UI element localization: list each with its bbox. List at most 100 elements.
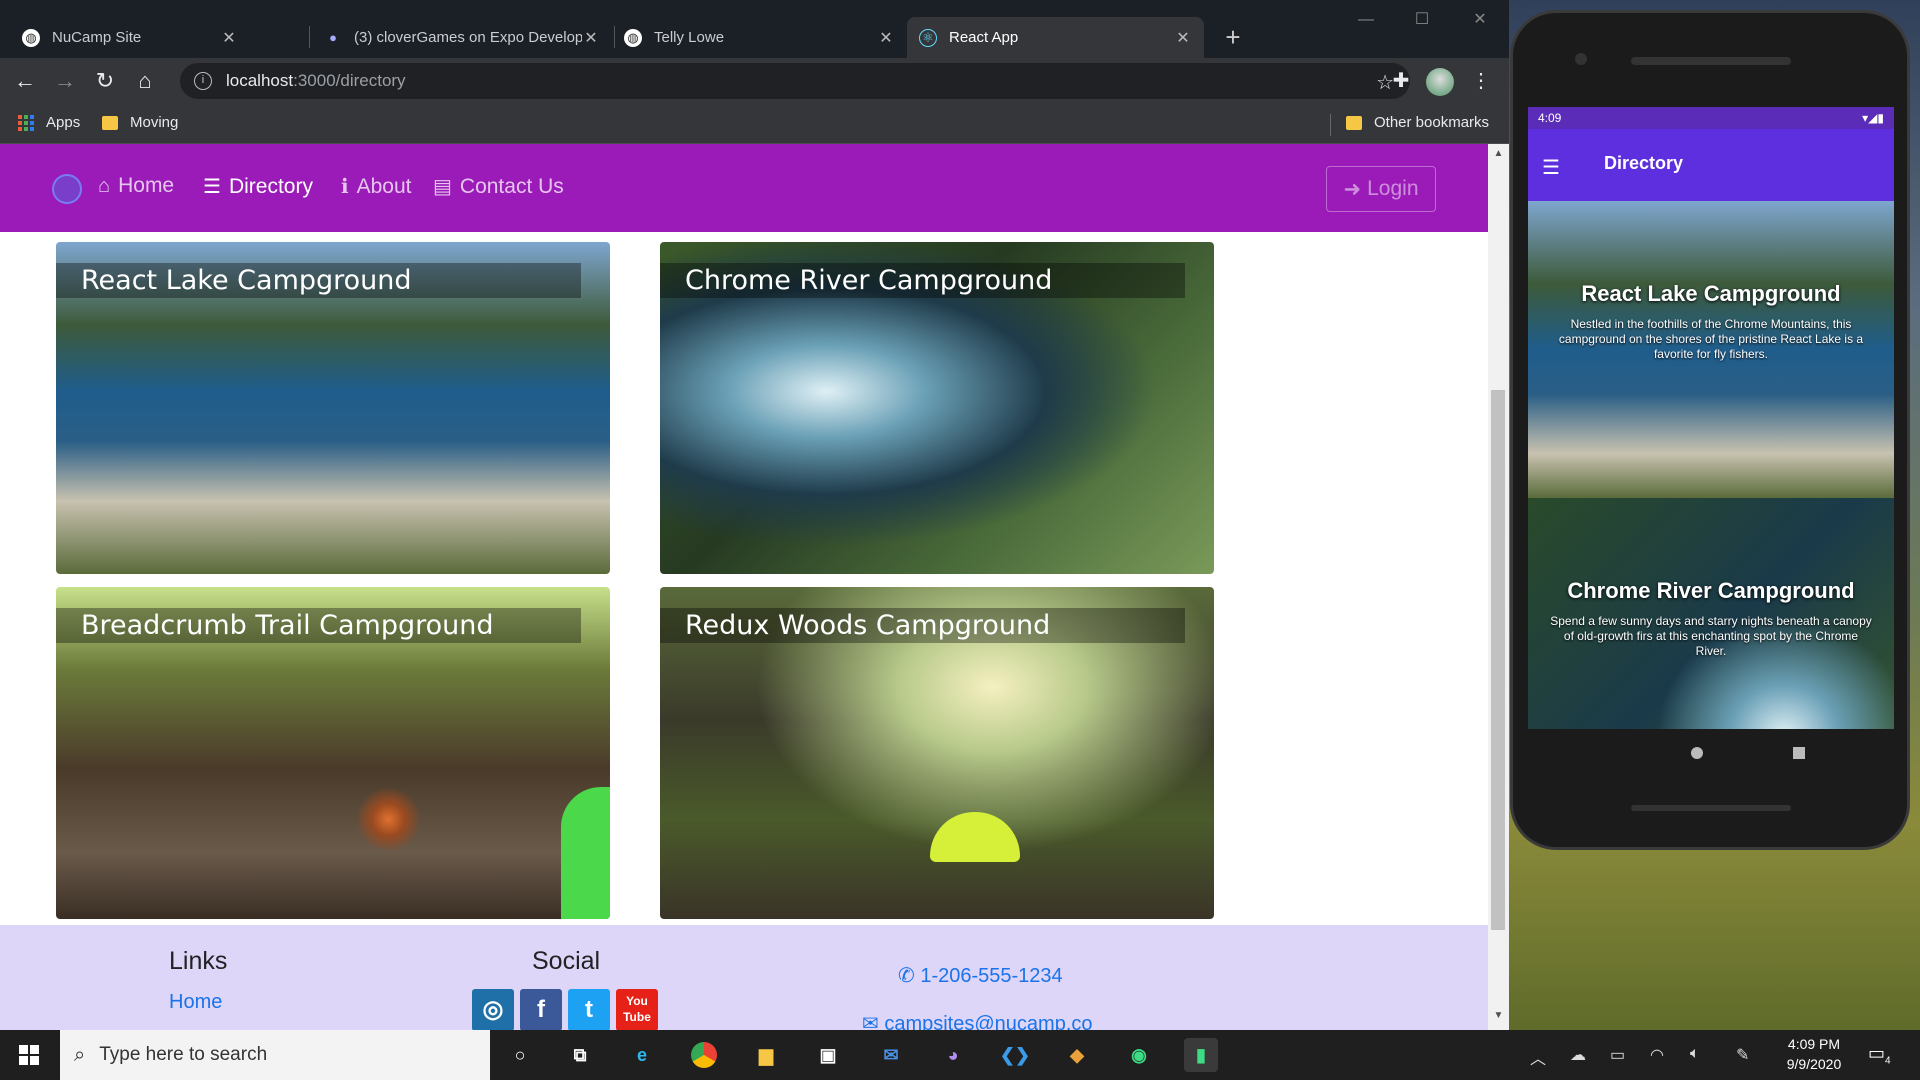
scroll-up-icon[interactable]: ▲: [1492, 148, 1505, 161]
bookmark-moving[interactable]: Moving: [102, 114, 178, 131]
task-view-icon[interactable]: ⧉: [563, 1038, 597, 1072]
campsite-card-redux-woods[interactable]: Redux Woods Campground: [660, 587, 1214, 919]
footer-links-title: Links: [169, 947, 228, 975]
list-icon[interactable]: ☰: [1542, 155, 1560, 180]
back-arrow-icon[interactable]: ←: [10, 66, 40, 96]
new-tab-button[interactable]: +: [1218, 22, 1248, 52]
browser-window: ◍ NuCamp Site ✕ ● (3) cloverGames on Exp…: [0, 0, 1509, 1030]
youtube-icon[interactable]: You Tube: [616, 989, 658, 1030]
bookmarks-bar: Apps Moving Other bookmarks: [0, 104, 1509, 144]
facebook-icon[interactable]: f: [520, 989, 562, 1030]
footer-email[interactable]: ✉ campsites@nucamp.co: [862, 1011, 1093, 1030]
campsite-card-breadcrumb-trail[interactable]: Breadcrumb Trail Campground: [56, 587, 610, 919]
phone-number: 1-206-555-1234: [920, 965, 1063, 987]
campsite-card-react-lake[interactable]: React Lake Campground: [56, 242, 610, 574]
page-scrollbar[interactable]: ▲ ▼: [1488, 144, 1509, 1030]
app-header-title: Directory: [1604, 153, 1684, 173]
phone-icon: ✆: [898, 965, 921, 987]
close-tab-icon[interactable]: ✕: [220, 28, 238, 48]
nav-directory[interactable]: ☰ Directory: [203, 174, 313, 199]
cortana-icon[interactable]: ○: [503, 1038, 537, 1072]
vscode-icon[interactable]: ❮❯: [998, 1038, 1032, 1072]
pen-icon[interactable]: ✎: [1736, 1045, 1749, 1065]
android-recents-button[interactable]: [1793, 747, 1805, 759]
taskbar-search[interactable]: ⌕ Type here to search: [60, 1030, 490, 1080]
battery-icon: ▾◢▮: [1862, 111, 1884, 125]
profile-avatar[interactable]: [1426, 68, 1454, 96]
close-tab-icon[interactable]: ✕: [877, 28, 895, 48]
home-icon[interactable]: ⌂: [130, 66, 160, 96]
tab-react-app[interactable]: ⚛ React App ✕: [907, 17, 1204, 58]
nav-home[interactable]: ⌂ Home: [98, 174, 174, 198]
android-home-button[interactable]: [1691, 747, 1703, 759]
emulator-icon[interactable]: ▮: [1184, 1038, 1218, 1072]
twitter-icon[interactable]: t: [568, 989, 610, 1030]
tab-nucamp-site[interactable]: ◍ NuCamp Site ✕: [10, 17, 250, 58]
kebab-menu-icon[interactable]: ⋮: [1466, 66, 1496, 96]
notification-icon[interactable]: ▭4: [1868, 1043, 1891, 1067]
nav-directory-label: Directory: [228, 174, 313, 198]
address-card-icon: ▤: [433, 176, 452, 198]
volume-icon[interactable]: 🔈︎: [1690, 1045, 1700, 1063]
page-viewport: ⌂ Home ☰ Directory ℹ About ▤ Contact Us …: [0, 144, 1488, 1030]
instagram-icon[interactable]: ◎: [472, 989, 514, 1030]
github-desktop-icon[interactable]: ◕: [936, 1038, 970, 1072]
search-placeholder: Type here to search: [99, 1044, 268, 1065]
wifi-icon[interactable]: ◠: [1650, 1045, 1664, 1065]
tab-expo-developers[interactable]: ● (3) cloverGames on Expo Develop ✕: [312, 17, 612, 58]
git-icon[interactable]: ◆: [1060, 1038, 1094, 1072]
chevron-up-icon[interactable]: ︿: [1530, 1045, 1546, 1069]
phone-chin: [1631, 805, 1791, 811]
nav-contact-label: Contact Us: [459, 174, 564, 198]
address-bar[interactable]: i localhost:3000/directory ☆: [180, 63, 1410, 99]
folder-icon: [102, 115, 118, 130]
android-emulator: 4:09 ▾◢▮ ☰ Directory React Lake Campgrou…: [1510, 10, 1910, 850]
phone-campsite-card[interactable]: React Lake Campground Nestled in the foo…: [1528, 201, 1894, 498]
info-icon: ℹ: [341, 176, 349, 198]
maximize-icon[interactable]: ☐: [1402, 6, 1442, 34]
scrollbar-thumb[interactable]: [1491, 390, 1505, 930]
footer-link-home[interactable]: Home: [169, 991, 222, 1014]
sign-in-icon: ➜: [1343, 177, 1362, 201]
battery-icon[interactable]: ▭: [1610, 1045, 1625, 1065]
notification-count: 4: [1885, 1055, 1891, 1067]
campsite-title: Redux Woods Campground: [660, 608, 1185, 643]
mail-icon[interactable]: ✉: [874, 1038, 908, 1072]
close-tab-icon[interactable]: ✕: [582, 28, 600, 48]
extensions-puzzle-icon[interactable]: ✚: [1386, 66, 1416, 96]
login-button[interactable]: ➜ Login: [1326, 166, 1436, 212]
footer-phone[interactable]: ✆ 1-206-555-1234: [898, 963, 1063, 988]
phone-card-description: Nestled in the foothills of the Chrome M…: [1558, 317, 1864, 361]
tab-title: (3) cloverGames on Expo Develop: [354, 29, 582, 46]
onedrive-icon[interactable]: ☁: [1570, 1045, 1586, 1065]
bookmark-other[interactable]: Other bookmarks: [1346, 114, 1489, 131]
android-studio-icon[interactable]: ◉: [1122, 1038, 1156, 1072]
store-icon[interactable]: ▣: [811, 1038, 845, 1072]
phone-card-title: React Lake Campground: [1581, 281, 1841, 306]
info-icon[interactable]: i: [194, 72, 212, 90]
phone-campsite-card[interactable]: Chrome River Campground Spend a few sunn…: [1528, 498, 1894, 729]
nav-contact[interactable]: ▤ Contact Us: [433, 174, 564, 199]
clock-time: 4:09 PM: [1787, 1036, 1841, 1052]
campsite-title: Breadcrumb Trail Campground: [56, 608, 581, 643]
tab-telly-lowe[interactable]: ◍ Telly Lowe ✕: [612, 17, 907, 58]
reload-icon[interactable]: ↻: [90, 66, 120, 96]
start-button[interactable]: [0, 1030, 58, 1080]
campsite-card-chrome-river[interactable]: Chrome River Campground: [660, 242, 1214, 574]
tab-strip: ◍ NuCamp Site ✕ ● (3) cloverGames on Exp…: [0, 0, 1509, 58]
envelope-icon: ✉: [862, 1013, 885, 1030]
tab-title: React App: [949, 29, 1019, 46]
forward-arrow-icon[interactable]: →: [50, 66, 80, 96]
file-explorer-icon[interactable]: ▆: [749, 1038, 783, 1072]
edge-icon[interactable]: e: [625, 1038, 659, 1072]
chrome-icon[interactable]: [687, 1038, 721, 1072]
close-window-icon[interactable]: ✕: [1460, 6, 1500, 34]
bookmark-apps[interactable]: Apps: [18, 114, 80, 131]
close-tab-icon[interactable]: ✕: [1174, 28, 1192, 48]
taskbar-clock[interactable]: 4:09 PM 9/9/2020: [1774, 1034, 1854, 1074]
nav-about-label: About: [356, 174, 412, 198]
scroll-down-icon[interactable]: ▼: [1492, 1010, 1505, 1023]
nav-about[interactable]: ℹ About: [341, 174, 412, 199]
minimize-icon[interactable]: —: [1346, 6, 1386, 34]
nucamp-logo[interactable]: [52, 174, 82, 204]
